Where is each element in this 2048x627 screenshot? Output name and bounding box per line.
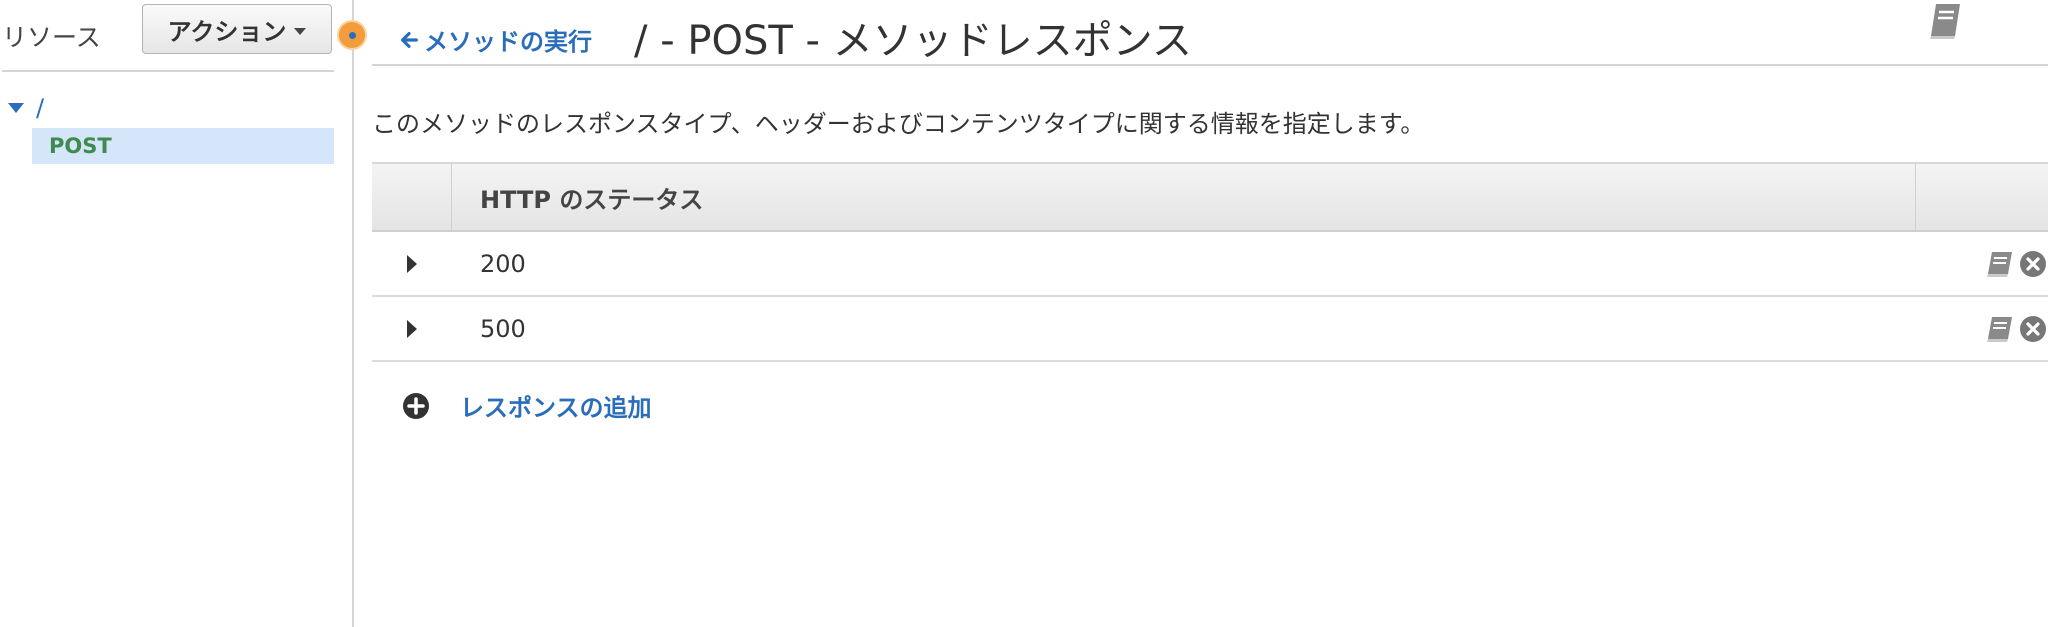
pane-divider[interactable] [352, 0, 354, 627]
table-header: HTTP のステータス [372, 162, 2048, 232]
page-description: このメソッドのレスポンスタイプ、ヘッダーおよびコンテンツタイプに関する情報を指定… [372, 110, 1425, 138]
back-to-method-execution-link[interactable]: メソッドの実行 [398, 22, 592, 57]
remove-circle-icon[interactable] [2018, 249, 2048, 279]
triangle-right-icon[interactable] [407, 319, 417, 338]
row-status-code: 200 [480, 249, 526, 278]
tree-item-root[interactable]: / [8, 94, 44, 122]
expand-row-button[interactable] [372, 319, 452, 338]
row-actions [1984, 297, 2048, 360]
caret-down-icon [294, 27, 307, 35]
tree-item-post[interactable]: POST [32, 128, 334, 164]
remove-circle-icon[interactable] [2018, 314, 2048, 344]
book-icon[interactable] [1928, 2, 1962, 40]
actions-button[interactable]: アクション [142, 4, 332, 54]
book-icon[interactable] [1984, 249, 2014, 279]
row-actions [1984, 232, 2048, 295]
table-header-actions [1916, 164, 2048, 230]
sidebar-title: リソース [2, 23, 101, 52]
expand-row-button[interactable] [372, 254, 452, 273]
arrow-left-icon [400, 31, 418, 48]
table-row: 500 [372, 297, 2048, 362]
add-circle-icon[interactable] [402, 392, 430, 420]
book-icon[interactable] [1984, 314, 2014, 344]
sidebar-divider [2, 70, 334, 72]
actions-button-label: アクション [167, 17, 287, 46]
row-status-code: 500 [480, 314, 526, 343]
header-divider [372, 64, 2048, 66]
tree-item-root-label: / [36, 94, 45, 122]
triangle-right-icon[interactable] [407, 254, 417, 273]
page-title: / - POST - メソッドレスポンス [634, 18, 1192, 64]
method-responses-table: HTTP のステータス 200 500 [372, 162, 2048, 362]
table-header-http-status: HTTP のステータス [452, 164, 1916, 230]
add-response-label: レスポンスの追加 [460, 394, 652, 422]
tree-item-post-label: POST [49, 134, 112, 158]
add-response-button[interactable]: レスポンスの追加 [402, 388, 652, 423]
table-header-expand [372, 164, 452, 230]
sidebar: リソース アクション / POST [0, 0, 352, 627]
triangle-down-icon[interactable] [8, 103, 24, 113]
back-link-label: メソッドの実行 [424, 28, 592, 56]
table-row: 200 [372, 232, 2048, 297]
drag-handle-icon[interactable] [339, 22, 365, 48]
